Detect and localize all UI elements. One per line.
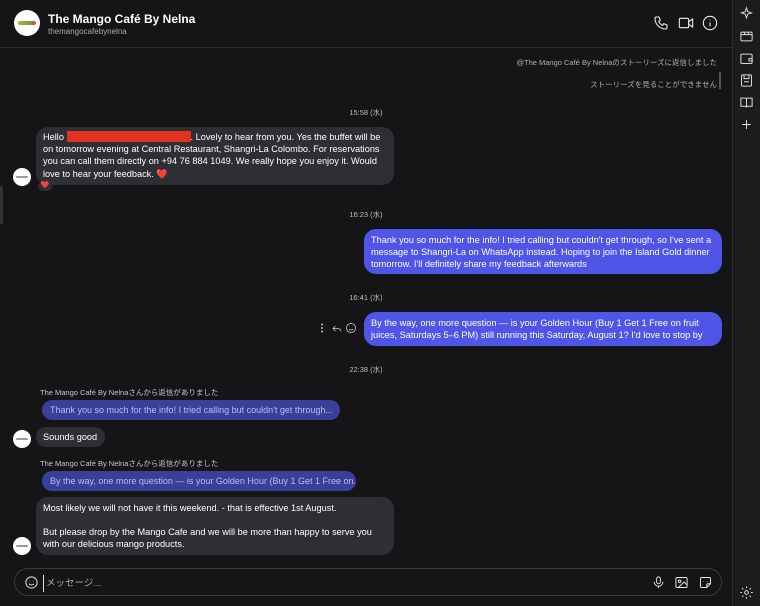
- reply-icon[interactable]: [331, 322, 343, 334]
- redacted-name: [66, 131, 191, 142]
- chat-panel: The Mango Café By Nelna themangocafebyne…: [0, 0, 733, 606]
- timestamp: 16:41 (水): [349, 293, 383, 302]
- sparkle-icon[interactable]: [739, 6, 754, 21]
- story-unavailable-text: ストーリーズを見ることができません: [590, 80, 717, 89]
- message-composer: [14, 568, 722, 596]
- sender-avatar[interactable]: [13, 537, 31, 555]
- chat-title[interactable]: The Mango Café By Nelna: [48, 12, 195, 26]
- story-reply-bar: [719, 72, 721, 89]
- book-icon[interactable]: [739, 95, 754, 110]
- chat-header: The Mango Café By Nelna themangocafebyne…: [0, 0, 732, 48]
- outgoing-message[interactable]: By the way, one more question — is your …: [364, 312, 722, 346]
- timestamp: 15:58 (水): [349, 108, 383, 117]
- reels-icon[interactable]: [739, 29, 754, 44]
- message-input[interactable]: [43, 575, 608, 592]
- emoji-icon[interactable]: [24, 575, 39, 590]
- right-rail: [733, 0, 760, 606]
- image-icon[interactable]: [674, 575, 689, 590]
- plus-icon[interactable]: [739, 117, 754, 132]
- reply-label: The Mango Café By Nelnaさんから返信がありました: [40, 459, 219, 468]
- mic-icon[interactable]: [651, 575, 666, 590]
- outgoing-message[interactable]: Thank you so much for the info! I tried …: [364, 229, 722, 274]
- timestamp: 16:23 (水): [349, 210, 383, 219]
- phone-icon[interactable]: [653, 15, 669, 31]
- save-icon[interactable]: [739, 73, 754, 88]
- more-icon[interactable]: [316, 322, 328, 334]
- quoted-message[interactable]: By the way, one more question — is your …: [42, 471, 356, 491]
- sticker-icon[interactable]: [698, 575, 713, 590]
- message-paragraph: Most likely we will not have it this wee…: [43, 503, 337, 513]
- message-paragraph: But please drop by the Mango Cafe and we…: [43, 527, 372, 550]
- chat-handle[interactable]: themangocafebynelna: [48, 27, 127, 36]
- timestamp: 22:38 (水): [349, 365, 383, 374]
- quoted-message[interactable]: Thank you so much for the info! I tried …: [42, 400, 340, 420]
- video-icon[interactable]: [678, 15, 694, 31]
- message-text: Hello: [43, 132, 67, 142]
- story-reply-notice: @The Mango Café By Nelnaのストーリーズに返信しました ス…: [516, 57, 717, 90]
- story-reply-text: @The Mango Café By Nelnaのストーリーズに返信しました: [516, 58, 717, 67]
- wallet-icon[interactable]: [739, 51, 754, 66]
- settings-icon[interactable]: [739, 585, 754, 600]
- reply-label: The Mango Café By Nelnaさんから返信がありました: [40, 388, 219, 397]
- incoming-message[interactable]: Hello . Lovely to hear from you. Yes the…: [36, 127, 394, 185]
- profile-avatar[interactable]: [14, 10, 40, 36]
- sender-avatar[interactable]: [13, 168, 31, 186]
- heart-reaction[interactable]: ❤️: [38, 181, 52, 191]
- sender-avatar[interactable]: [13, 430, 31, 448]
- message-actions: [316, 322, 358, 336]
- info-icon[interactable]: [702, 15, 718, 31]
- react-icon[interactable]: [345, 322, 357, 334]
- incoming-message[interactable]: Sounds good: [36, 427, 105, 447]
- incoming-message[interactable]: Most likely we will not have it this wee…: [36, 497, 394, 555]
